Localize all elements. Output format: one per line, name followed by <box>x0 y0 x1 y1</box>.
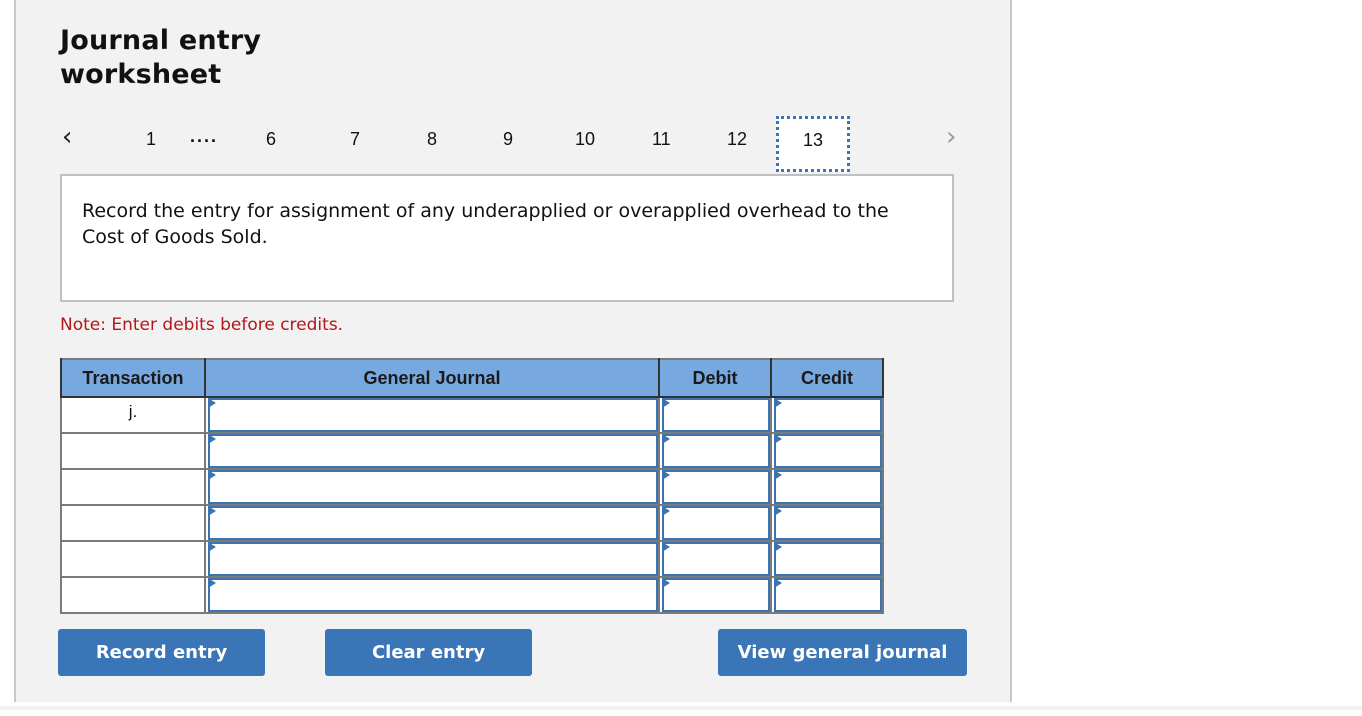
credit-input[interactable] <box>774 470 882 504</box>
dropdown-flag-icon <box>662 470 670 480</box>
credit-input-cell <box>770 576 884 614</box>
debit-input[interactable] <box>662 542 770 576</box>
dropdown-flag-icon <box>208 542 216 552</box>
dropdown-flag-icon <box>774 398 782 408</box>
dropdown-flag-icon <box>662 398 670 408</box>
dropdown-flag-icon <box>662 434 670 444</box>
transaction-cell <box>60 504 206 542</box>
debit-input-cell <box>658 540 772 578</box>
dropdown-flag-icon <box>208 578 216 588</box>
debit-input[interactable] <box>662 434 770 468</box>
transaction-cell <box>60 540 206 578</box>
header-debit: Debit <box>658 359 772 398</box>
header-credit: Credit <box>770 359 884 398</box>
account-input-cell <box>204 432 660 470</box>
account-input[interactable] <box>208 578 658 612</box>
dropdown-flag-icon <box>774 470 782 480</box>
table-header-row: Transaction General Journal Debit Credit <box>60 359 884 398</box>
pagination: ‹ 1 .... 6 7 8 9 10 11 12 13 › <box>16 116 1010 172</box>
page-1[interactable]: 1 <box>146 129 156 150</box>
page-title: Journal entry worksheet <box>60 24 261 92</box>
credit-input[interactable] <box>774 506 882 540</box>
dropdown-flag-icon <box>208 470 216 480</box>
chevron-left-icon[interactable]: ‹ <box>62 122 72 152</box>
question-prompt: Record the entry for assignment of any u… <box>60 174 954 302</box>
dropdown-flag-icon <box>662 506 670 516</box>
table-row <box>60 468 884 506</box>
account-input[interactable] <box>208 470 658 504</box>
table-row <box>60 576 884 614</box>
account-input[interactable] <box>208 542 658 576</box>
credit-input-cell <box>770 432 884 470</box>
debit-input-cell <box>658 396 772 434</box>
debit-input[interactable] <box>662 578 770 612</box>
transaction-cell <box>60 468 206 506</box>
credit-input[interactable] <box>774 542 882 576</box>
table-row <box>60 540 884 578</box>
header-general-journal: General Journal <box>204 359 660 398</box>
debit-input[interactable] <box>662 398 770 432</box>
dropdown-flag-icon <box>774 578 782 588</box>
view-general-journal-button[interactable]: View general journal <box>718 629 967 676</box>
account-input[interactable] <box>208 434 658 468</box>
note-text: Note: Enter debits before credits. <box>60 315 344 335</box>
clear-entry-button[interactable]: Clear entry <box>325 629 532 676</box>
transaction-cell <box>60 432 206 470</box>
page-9[interactable]: 9 <box>503 129 513 150</box>
account-input[interactable] <box>208 506 658 540</box>
debit-input-cell <box>658 468 772 506</box>
credit-input[interactable] <box>774 398 882 432</box>
table-row <box>60 432 884 470</box>
account-input-cell <box>204 468 660 506</box>
account-input-cell <box>204 576 660 614</box>
page-12[interactable]: 12 <box>727 129 747 150</box>
pagination-ellipsis: .... <box>190 126 219 146</box>
bottom-divider <box>0 706 1362 710</box>
credit-input-cell <box>770 540 884 578</box>
dropdown-flag-icon <box>208 434 216 444</box>
dropdown-flag-icon <box>774 506 782 516</box>
worksheet-panel: Journal entry worksheet ‹ 1 .... 6 7 8 9… <box>14 0 1012 702</box>
table-row <box>60 504 884 542</box>
dropdown-flag-icon <box>662 578 670 588</box>
transaction-cell <box>60 576 206 614</box>
credit-input[interactable] <box>774 434 882 468</box>
account-input-cell <box>204 396 660 434</box>
journal-table: Transaction General Journal Debit Credit… <box>60 358 884 614</box>
debit-input-cell <box>658 504 772 542</box>
credit-input-cell <box>770 468 884 506</box>
page-7[interactable]: 7 <box>350 129 360 150</box>
chevron-right-icon[interactable]: › <box>946 122 956 152</box>
page-6[interactable]: 6 <box>266 129 276 150</box>
record-entry-button[interactable]: Record entry <box>58 629 265 676</box>
dropdown-flag-icon <box>208 506 216 516</box>
dropdown-flag-icon <box>208 398 216 408</box>
credit-input[interactable] <box>774 578 882 612</box>
table-row: j. <box>60 396 884 434</box>
title-line-1: Journal entry <box>60 25 262 56</box>
debit-input-cell <box>658 576 772 614</box>
debit-input[interactable] <box>662 506 770 540</box>
account-input-cell <box>204 504 660 542</box>
debit-input[interactable] <box>662 470 770 504</box>
header-transaction: Transaction <box>60 359 206 398</box>
page-13-active[interactable]: 13 <box>776 116 850 172</box>
page-8[interactable]: 8 <box>427 129 437 150</box>
debit-input-cell <box>658 432 772 470</box>
transaction-cell: j. <box>60 396 206 434</box>
dropdown-flag-icon <box>774 434 782 444</box>
page-11[interactable]: 11 <box>652 129 671 150</box>
account-input[interactable] <box>208 398 658 432</box>
page-10[interactable]: 10 <box>575 129 595 150</box>
dropdown-flag-icon <box>662 542 670 552</box>
credit-input-cell <box>770 504 884 542</box>
credit-input-cell <box>770 396 884 434</box>
title-line-2: worksheet <box>60 59 222 90</box>
dropdown-flag-icon <box>774 542 782 552</box>
account-input-cell <box>204 540 660 578</box>
